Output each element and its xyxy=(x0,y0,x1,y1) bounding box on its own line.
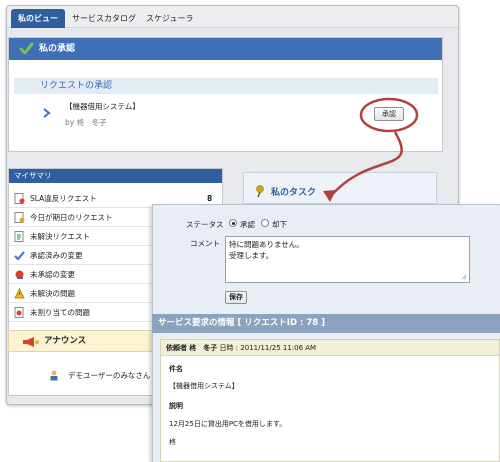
summary-item-label: 未解決の問題 xyxy=(30,289,75,298)
summary-item-label: 承認済みの変更 xyxy=(30,251,83,260)
description-value: 12月25日に貸出用PCを借用します。 xyxy=(169,420,287,428)
request-meta-bar: 依頼者 柊 冬子 日時 : 2011/11/25 11:06 AM xyxy=(161,340,499,356)
comment-label: コメント xyxy=(190,239,220,248)
megaphone-icon xyxy=(23,337,39,347)
summary-item-label: 未承認の変更 xyxy=(30,270,75,279)
request-title[interactable]: 【機器借用システム】 xyxy=(65,101,140,112)
summary-item-label: 今日が期日のリクエスト xyxy=(30,213,113,222)
description-label: 説明 xyxy=(169,402,183,410)
request-approval-subheader: リクエストの承認 xyxy=(14,78,438,94)
request-info-header: サービス要求の情報 [ リクエストID : 78 ] xyxy=(152,314,500,333)
my-approvals-header: 私の承認 xyxy=(9,38,442,60)
subject-value: 【機器借用システム】 xyxy=(169,382,239,390)
checkmark-icon xyxy=(19,42,34,55)
status-approve-option[interactable]: 承認 xyxy=(240,219,255,230)
approve-button[interactable]: 承認 xyxy=(374,107,404,121)
tab-bar: 私のビュー サービスカタログ スケジューラ xyxy=(7,6,458,28)
tab-my-view[interactable]: 私のビュー xyxy=(11,9,65,28)
tab-service-catalog[interactable]: サービスカタログ xyxy=(65,9,143,28)
chevron-right-icon[interactable] xyxy=(43,108,51,118)
save-button[interactable]: 保存 xyxy=(225,291,247,304)
comment-line: 受理します。 xyxy=(229,251,274,260)
tab-scheduler[interactable]: スケジューラ xyxy=(139,9,200,28)
unapproved-change-icon xyxy=(15,270,24,279)
announcement-title: アナウンス xyxy=(44,336,87,346)
my-approvals-title: 私の承認 xyxy=(39,44,76,54)
summary-item-label: SLA違反リクエスト xyxy=(30,194,97,203)
requester-name: 柊 冬子 xyxy=(189,344,218,352)
datetime-value: 2011/11/25 11:06 AM xyxy=(240,344,317,352)
my-summary-header: マイサマリ xyxy=(9,169,222,183)
datetime-label: 日時 : xyxy=(219,344,239,352)
my-approvals-panel: 私の承認 xyxy=(8,37,443,152)
signature-value: 柊 xyxy=(169,438,176,446)
status-label: ステータス xyxy=(186,220,224,229)
my-tasks-title: 私のタスク xyxy=(271,188,317,198)
document-alert-icon xyxy=(14,193,25,204)
document-clock-icon xyxy=(14,212,25,223)
status-reject-radio[interactable] xyxy=(261,219,269,227)
status-reject-option[interactable]: 却下 xyxy=(272,219,287,230)
requester-label: 依頼者 xyxy=(166,344,187,352)
comment-line: 特に問題ありません。 xyxy=(229,240,304,249)
request-requester: by 柊 冬子 xyxy=(65,118,107,127)
summary-item-label: 未解決リクエスト xyxy=(30,232,90,241)
announcement-item[interactable]: デモユーザーのみなさん xyxy=(68,370,150,381)
subject-label: 件名 xyxy=(169,365,183,373)
document-warning-icon xyxy=(14,307,24,318)
approved-change-icon xyxy=(14,251,25,261)
pushpin-icon xyxy=(256,185,264,198)
warning-icon xyxy=(14,288,25,299)
document-list-icon xyxy=(14,231,24,242)
user-icon xyxy=(50,370,58,381)
request-info-body: 依頼者 柊 冬子 日時 : 2011/11/25 11:06 AM 件名 【機器… xyxy=(160,339,500,462)
comment-textarea[interactable]: 特に問題ありません。 受理します。 xyxy=(225,236,470,283)
resize-handle-icon[interactable] xyxy=(461,274,467,280)
summary-item-label: 未割り当ての問題 xyxy=(30,308,90,317)
status-approve-radio[interactable] xyxy=(229,219,237,227)
